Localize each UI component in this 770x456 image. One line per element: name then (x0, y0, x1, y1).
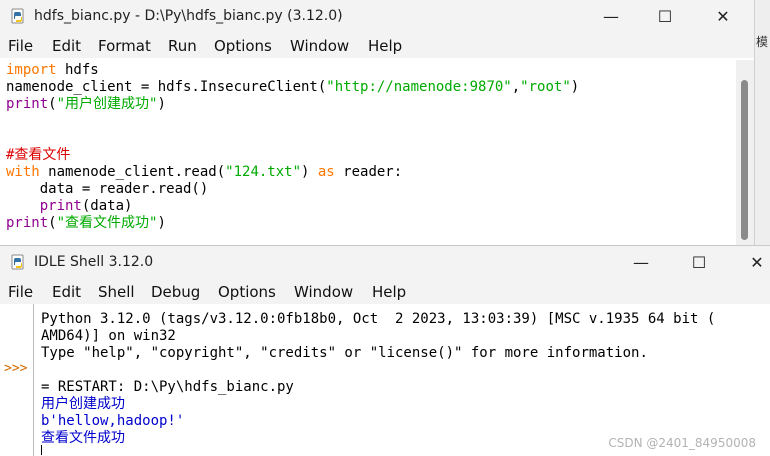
code-line: print("用户创建成功") (6, 96, 166, 113)
code-token: as (317, 164, 335, 180)
python-shell-icon (10, 254, 26, 270)
menu-options[interactable]: Options (214, 37, 272, 55)
menu-file[interactable]: File (8, 37, 33, 55)
shell-window: IDLE Shell 3.12.0 — ☐ ✕ File Edit Shell … (0, 245, 770, 456)
menu-format[interactable]: Format (98, 37, 151, 55)
shell-menubar: File Edit Shell Debug Options Window Hel… (0, 278, 770, 304)
code-token: ) (570, 79, 580, 95)
code-token: "用户创建成功" (56, 96, 158, 112)
shell-output-line: 查看文件成功 (41, 430, 125, 446)
python-file-icon (10, 8, 26, 24)
code-token: ( (48, 215, 57, 231)
code-token: reader: (334, 164, 403, 180)
shell-menu-shell[interactable]: Shell (98, 283, 135, 301)
menu-run[interactable]: Run (168, 37, 197, 55)
shell-close-icon[interactable]: ✕ (734, 246, 770, 278)
shell-minimize-icon[interactable]: — (618, 246, 664, 278)
code-editor[interactable]: import hdfs namenode_client = hdfs.Insecu… (0, 60, 736, 245)
editor-titlebar[interactable]: hdfs_bianc.py - D:\Py\hdfs_bianc.py (3.1… (0, 0, 754, 32)
menu-edit[interactable]: Edit (52, 37, 81, 55)
code-token: ) (157, 215, 166, 231)
shell-output-line: Type "help", "copyright", "credits" or "… (41, 345, 648, 361)
shell-output-line: AMD64)] on win32 (41, 328, 176, 344)
shell-prompt: >>> (4, 361, 28, 376)
code-token: print (6, 215, 49, 231)
shell-output-line: = RESTART: D:\Py\hdfs_bianc.py (41, 379, 294, 395)
code-token: data = reader.read() (6, 181, 209, 197)
code-token: "查看文件成功" (56, 215, 158, 231)
code-line: import hdfs (6, 62, 99, 79)
shell-menu-edit[interactable]: Edit (52, 283, 81, 301)
text-cursor (41, 445, 42, 455)
code-line: print(data) (6, 198, 133, 215)
shell-output-line: b'hellow,hadoop!' (41, 413, 185, 429)
background-window-char: 模 (756, 35, 769, 49)
code-token: with (6, 164, 40, 180)
code-line: #查看文件 (6, 147, 70, 164)
code-token: print (39, 198, 82, 214)
code-line: print("查看文件成功") (6, 215, 166, 232)
menu-help[interactable]: Help (368, 37, 402, 55)
shell-title: IDLE Shell 3.12.0 (34, 254, 154, 270)
code-line: namenode_client = hdfs.InsecureClient("h… (6, 79, 579, 96)
prompt-gutter: >>> (0, 304, 32, 456)
shell-menu-options[interactable]: Options (218, 283, 276, 301)
editor-title: hdfs_bianc.py - D:\Py\hdfs_bianc.py (3.1… (34, 8, 343, 24)
code-token: #查看文件 (6, 147, 71, 163)
code-token: print (6, 96, 49, 112)
code-token: , (511, 79, 521, 95)
code-token: namenode_client = hdfs.InsecureClient( (6, 79, 327, 95)
code-token: ( (48, 96, 57, 112)
shell-output-line: 用户创建成功 (41, 396, 125, 412)
code-token: namenode_client.read( (39, 164, 226, 180)
code-token: hdfs (56, 62, 99, 78)
code-token: ) (301, 164, 318, 180)
code-token: "124.txt" (225, 164, 302, 180)
code-line: with namenode_client.read("124.txt") as … (6, 164, 402, 181)
code-token: ) (157, 96, 166, 112)
code-token: "root" (520, 79, 571, 95)
shell-menu-file[interactable]: File (8, 283, 33, 301)
background-window-strip: 模 (754, 0, 770, 245)
editor-scroll-thumb[interactable] (741, 80, 748, 240)
code-token: "http://namenode:9870" (326, 79, 512, 95)
minimize-icon[interactable]: — (588, 0, 634, 32)
editor-window: hdfs_bianc.py - D:\Py\hdfs_bianc.py (3.1… (0, 0, 754, 245)
editor-menubar: File Edit Format Run Options Window Help (0, 32, 754, 58)
maximize-icon[interactable]: ☐ (642, 0, 688, 32)
shell-menu-window[interactable]: Window (294, 283, 353, 301)
menu-window[interactable]: Window (290, 37, 349, 55)
editor-scrollbar[interactable] (736, 60, 754, 245)
shell-menu-help[interactable]: Help (372, 283, 406, 301)
code-token: (data) (81, 198, 133, 214)
shell-output-line: Python 3.12.0 (tags/v3.12.0:0fb18b0, Oct… (41, 311, 716, 327)
code-token: import (6, 62, 57, 78)
code-line: data = reader.read() (6, 181, 209, 198)
shell-titlebar[interactable]: IDLE Shell 3.12.0 — ☐ ✕ (0, 246, 770, 278)
shell-menu-debug[interactable]: Debug (151, 283, 200, 301)
csdn-watermark: CSDN @2401_84950008 (608, 436, 756, 450)
close-icon[interactable]: ✕ (700, 0, 746, 32)
shell-maximize-icon[interactable]: ☐ (676, 246, 722, 278)
